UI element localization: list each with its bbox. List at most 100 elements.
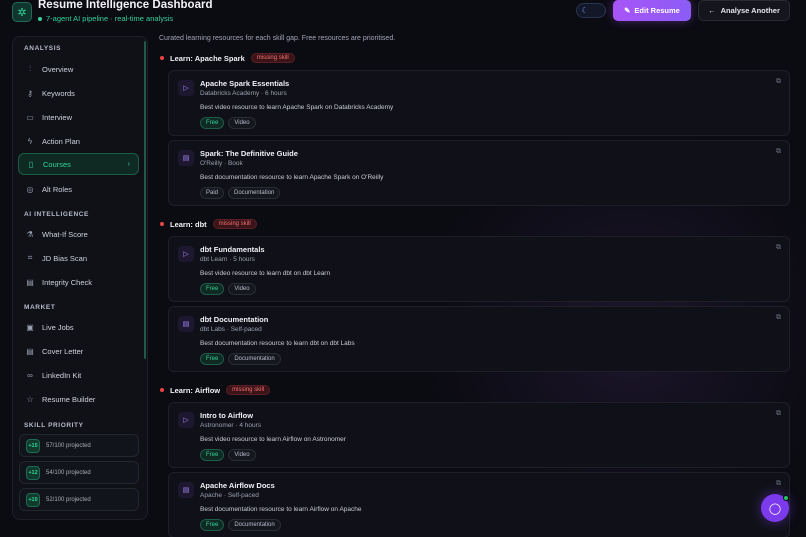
format-tag: Documentation [228, 353, 281, 365]
course-card[interactable]: ▷ Apache Spark Essentials Databricks Aca… [168, 70, 790, 136]
chat-icon: ▭ [26, 112, 34, 122]
sidebar-item-label: LinkedIn Kit [42, 370, 82, 380]
sidebar: ANALYSIS ⫶ Overview ⚷ Keywords ▭ Interview … [12, 36, 148, 520]
course-card[interactable]: ▤ dbt Documentation dbt Labs · Self-pace… [168, 306, 790, 372]
doc-icon: ▤ [178, 150, 194, 166]
chevron-right-icon: › [127, 160, 130, 168]
course-description: Best documentation resource to learn dbt… [200, 340, 355, 347]
sidebar-item-cover-letter[interactable]: ▤ Cover Letter [18, 340, 139, 362]
sidebar-item-action-plan[interactable]: ϟ Action Plan [18, 130, 139, 152]
course-meta: Astronomer · 4 hours [200, 422, 262, 429]
format-tag: Video [228, 283, 256, 295]
course-title: Spark: The Definitive Guide [200, 149, 298, 158]
pencil-icon: ✎ [624, 6, 631, 15]
course-card[interactable]: ▷ Intro to Airflow Astronomer · 4 hours … [168, 402, 790, 468]
external-link-icon[interactable]: ⧉ [776, 314, 781, 322]
play-icon: ▷ [178, 80, 194, 96]
missing-skill-badge: missing skill [226, 385, 271, 395]
key-icon: ⚷ [27, 88, 33, 98]
priority-text: 57/100 projected [46, 442, 91, 449]
sidebar-item-overview[interactable]: ⫶ Overview [18, 58, 139, 80]
moon-icon: ☾ [581, 6, 589, 15]
course-tags: Free Video [200, 283, 256, 295]
course-meta: dbt Labs · Self-paced [200, 326, 262, 333]
missing-skill-badge: missing skill [250, 53, 295, 63]
skill-group-title: Learn: Airflow [170, 385, 221, 395]
external-link-icon[interactable]: ⧉ [776, 480, 781, 488]
course-meta: dbt Learn · 5 hours [200, 256, 255, 263]
price-tag: Paid [200, 187, 225, 199]
sidebar-item-label: What-If Score [42, 229, 88, 239]
red-dot-icon [160, 56, 164, 60]
app-logo-icon: ✲ [12, 2, 32, 22]
sidebar-item-resume-builder[interactable]: ☆ Resume Builder [18, 388, 139, 410]
format-tag: Video [228, 449, 256, 461]
sidebar-item-label: Integrity Check [42, 277, 93, 287]
chat-assistant-button[interactable]: ◯ [761, 494, 789, 522]
external-link-icon[interactable]: ⧉ [776, 78, 781, 86]
analyse-another-button[interactable]: ← Analyse Another [698, 0, 790, 21]
format-tag: Documentation [228, 187, 281, 199]
play-icon: ▷ [178, 412, 194, 428]
priority-badge: +15 [26, 438, 40, 453]
letter-icon: ▤ [26, 346, 34, 356]
course-tags: Free Documentation [200, 353, 281, 365]
edit-resume-button[interactable]: ✎ Edit Resume [613, 0, 691, 21]
sidebar-item-what-if-score[interactable]: ⚗ What-If Score [18, 223, 139, 245]
course-meta: Apache · Self-paced [200, 492, 259, 499]
theme-toggle[interactable]: ☾ [576, 3, 606, 18]
course-tags: Free Video [200, 449, 256, 461]
course-card[interactable]: ▤ Spark: The Definitive Guide O'Reilly ·… [168, 140, 790, 206]
price-tag: Free [200, 519, 225, 531]
skill-group-title: Learn: Apache Spark [170, 53, 245, 63]
skill-group-header: Learn: dbt missing skill [160, 218, 257, 230]
bolt-icon: ϟ [27, 136, 33, 146]
section-analysis: ANALYSIS [24, 45, 62, 52]
priority-text: 54/100 projected [46, 469, 91, 476]
course-meta: Databricks Academy · 6 hours [200, 90, 287, 97]
course-card[interactable]: ▤ Apache Airflow Docs Apache · Self-pace… [168, 472, 790, 537]
course-title: Intro to Airflow [200, 411, 254, 420]
sidebar-item-linkedin-kit[interactable]: ∞ LinkedIn Kit [18, 364, 139, 386]
sidebar-item-interview[interactable]: ▭ Interview [18, 106, 139, 128]
external-link-icon[interactable]: ⧉ [776, 244, 781, 252]
sidebar-item-keywords[interactable]: ⚷ Keywords [18, 82, 139, 104]
course-description: Best video resource to learn Airflow on … [200, 436, 346, 443]
missing-skill-badge: missing skill [212, 219, 257, 229]
section-ai-intelligence: AI INTELLIGENCE [24, 211, 89, 218]
skill-group-title: Learn: dbt [170, 219, 207, 229]
section-skill-priority: SKILL PRIORITY [24, 422, 84, 429]
sidebar-item-label: JD Bias Scan [42, 253, 88, 263]
sidebar-item-label: Action Plan [42, 136, 80, 146]
book-icon: ▯ [28, 159, 34, 169]
priority-item: +10 52/100 projected [19, 488, 139, 511]
sidebar-item-jd-bias-scan[interactable]: ⌗ JD Bias Scan [18, 247, 139, 269]
format-tag: Video [228, 117, 256, 129]
external-link-icon[interactable]: ⧉ [776, 410, 781, 418]
document-icon: ▤ [26, 277, 34, 287]
sidebar-item-courses[interactable]: ▯ Courses › [18, 153, 139, 175]
sidebar-item-live-jobs[interactable]: ▣ Live Jobs [18, 316, 139, 338]
online-status-dot [783, 495, 789, 501]
external-link-icon[interactable]: ⧉ [776, 148, 781, 156]
sidebar-scrollbar[interactable] [144, 41, 146, 359]
sidebar-item-alt-roles[interactable]: ◎ Alt Roles [18, 178, 139, 200]
sidebar-item-integrity-check[interactable]: ▤ Integrity Check [18, 271, 139, 293]
format-tag: Documentation [228, 519, 281, 531]
price-tag: Free [200, 117, 225, 129]
sidebar-item-label: Cover Letter [42, 346, 84, 356]
course-title: dbt Fundamentals [200, 245, 265, 254]
play-icon: ▷ [178, 246, 194, 262]
link-icon: ∞ [27, 370, 33, 380]
sidebar-item-label: Live Jobs [42, 322, 74, 332]
edit-resume-label: Edit Resume [634, 6, 680, 15]
chat-bubble-icon: ◯ [768, 502, 782, 515]
course-card[interactable]: ▷ dbt Fundamentals dbt Learn · 5 hours B… [168, 236, 790, 302]
priority-item: +12 54/100 projected [19, 461, 139, 484]
price-tag: Free [200, 449, 225, 461]
course-description: Best video resource to learn Apache Spar… [200, 104, 394, 111]
sidebar-item-label: Interview [42, 112, 73, 122]
scan-icon: ⌗ [27, 253, 33, 262]
course-tags: Paid Documentation [200, 187, 281, 199]
doc-icon: ▤ [178, 482, 194, 498]
